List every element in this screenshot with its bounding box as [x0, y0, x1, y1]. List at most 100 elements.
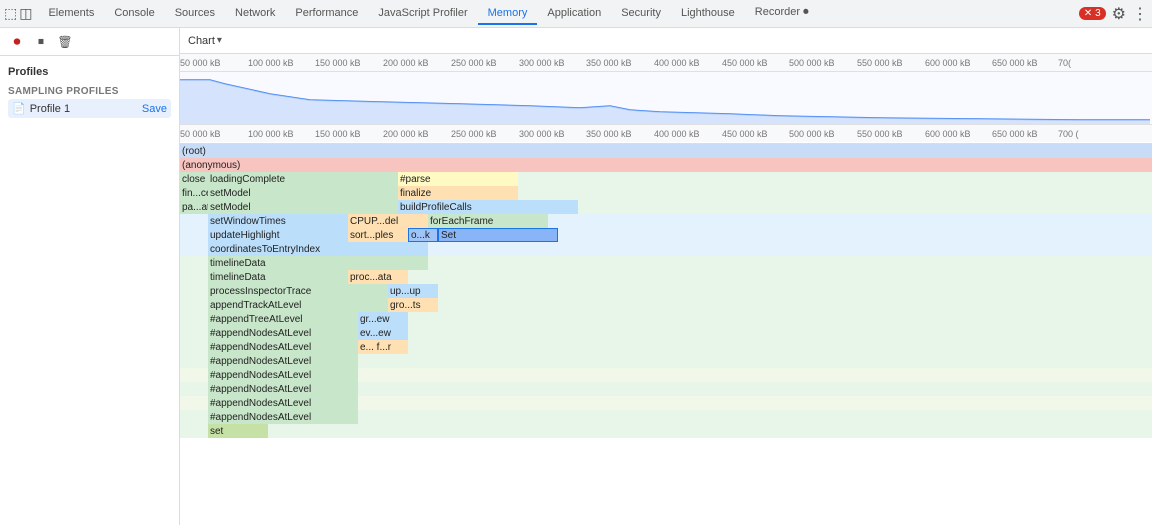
table-row[interactable]: #appendNodesAtLevel [180, 382, 1152, 396]
bot-ruler-label-7: 400 000 kB [654, 129, 700, 139]
cell-appendnodes7: #appendNodesAtLevel [208, 410, 358, 424]
flame-table: (root) (anonymous) close loadingComplete… [180, 144, 1152, 468]
tab-security[interactable]: Security [611, 3, 671, 25]
cell-setmodel1: setModel [208, 186, 398, 200]
settings-icon[interactable]: ⚙ [1112, 4, 1126, 24]
bot-ruler-label-6: 350 000 kB [586, 129, 632, 139]
cell-empty9 [180, 326, 208, 340]
cell-up: up...up [388, 284, 438, 298]
sidebar: ⏺ ⏹ 🗑 Profiles SAMPLING PROFILES 📄 Profi… [0, 28, 180, 525]
cell-efr: e... f...r [358, 340, 408, 354]
cell-parse: #parse [398, 172, 518, 186]
cell-build: buildProfileCalls [398, 200, 578, 214]
tab-memory[interactable]: Memory [478, 3, 538, 25]
devtools-icon-1[interactable]: ⬚ [4, 5, 17, 22]
ruler-label-7: 400 000 kB [654, 58, 700, 68]
tab-lighthouse[interactable]: Lighthouse [671, 3, 745, 25]
save-button[interactable]: Save [142, 103, 167, 115]
cell-appendnodes2: #appendNodesAtLevel [208, 340, 358, 354]
cell-empty11 [180, 354, 208, 368]
bot-ruler-label-9: 500 000 kB [789, 129, 835, 139]
tab-sources[interactable]: Sources [165, 3, 225, 25]
table-row[interactable]: #appendTreeAtLevel gr...ew [180, 312, 1152, 326]
cell-fin: fin...ce [180, 186, 208, 200]
table-row[interactable]: #appendNodesAtLevel [180, 354, 1152, 368]
cell-gro: gro...ts [388, 298, 438, 312]
tab-console[interactable]: Console [104, 3, 164, 25]
table-row[interactable]: setWindowTimes CPUP...del forEachFrame [180, 214, 1152, 228]
error-badge[interactable]: ✕ 3 [1079, 7, 1106, 20]
cell-setmodel2: setModel [208, 200, 398, 214]
table-row[interactable]: #appendNodesAtLevel [180, 396, 1152, 410]
table-row[interactable]: #appendNodesAtLevel [180, 410, 1152, 424]
cell-appendnodes3: #appendNodesAtLevel [208, 354, 358, 368]
table-row[interactable]: coordinatesToEntryIndex [180, 242, 1152, 256]
cell-empty3 [180, 242, 208, 256]
table-row[interactable]: pa...at setModel buildProfileCalls [180, 200, 1152, 214]
chart-canvas[interactable] [180, 72, 1152, 124]
bot-ruler-label-3: 200 000 kB [383, 129, 429, 139]
table-row[interactable]: (root) [180, 144, 1152, 158]
sampling-profiles-label: SAMPLING PROFILES [8, 82, 171, 99]
bot-ruler-label-5: 300 000 kB [519, 129, 565, 139]
cell-empty8 [180, 312, 208, 326]
top-nav: ⬚ ◫ Elements Console Sources Network Per… [0, 0, 1152, 28]
table-row[interactable]: #appendNodesAtLevel e... f...r [180, 340, 1152, 354]
bot-ruler-label-10: 550 000 kB [857, 129, 903, 139]
delete-button[interactable]: 🗑 [56, 33, 74, 51]
ruler-label-10: 550 000 kB [857, 58, 903, 68]
bot-ruler-label-8: 450 000 kB [722, 129, 768, 139]
chart-svg [180, 72, 1152, 124]
table-row[interactable]: (anonymous) [180, 158, 1152, 172]
profile-item-left: 📄 Profile 1 [12, 102, 70, 115]
tab-elements[interactable]: Elements [38, 3, 104, 25]
table-row[interactable]: #appendNodesAtLevel ev...ew [180, 326, 1152, 340]
profiles-section: Profiles SAMPLING PROFILES 📄 Profile 1 S… [0, 56, 179, 120]
content-area: Chart ▾ 50 000 kB 100 000 kB 150 000 kB … [180, 28, 1152, 525]
tab-recorder[interactable]: Recorder ⏺ [745, 2, 819, 25]
table-row[interactable]: #appendNodesAtLevel [180, 368, 1152, 382]
table-row[interactable]: updateHighlight sort...ples o...k Set [180, 228, 1152, 242]
cell-set: set [208, 424, 268, 438]
cell-empty1 [180, 214, 208, 228]
chart-label: Chart [188, 35, 215, 47]
chart-toolbar: Chart ▾ [180, 28, 1152, 54]
cell-cpup: CPUP...del [348, 214, 428, 228]
tab-js-profiler[interactable]: JavaScript Profiler [368, 3, 477, 25]
timeline-ruler-top: 50 000 kB 100 000 kB 150 000 kB 200 000 … [180, 54, 1152, 72]
cell-update: updateHighlight [208, 228, 348, 242]
table-row[interactable]: processInspectorTrace up...up [180, 284, 1152, 298]
cell-empty13 [180, 382, 208, 396]
tab-performance[interactable]: Performance [285, 3, 368, 25]
tab-application[interactable]: Application [537, 3, 611, 25]
chart-dropdown-icon[interactable]: ▾ [217, 35, 222, 46]
cell-empty7 [180, 298, 208, 312]
bot-ruler-label-4: 250 000 kB [451, 129, 497, 139]
cell-close: close [180, 172, 208, 186]
timeline-area: 50 000 kB 100 000 kB 150 000 kB 200 000 … [180, 54, 1152, 144]
stop-button[interactable]: ⏹ [32, 33, 50, 51]
bot-ruler-label-11: 600 000 kB [925, 129, 971, 139]
nav-tabs: Elements Console Sources Network Perform… [38, 2, 1078, 25]
cell-foreach: forEachFrame [428, 214, 548, 228]
record-button[interactable]: ⏺ [8, 33, 26, 51]
tab-network[interactable]: Network [225, 3, 285, 25]
timeline-ruler-bottom: 50 000 kB 100 000 kB 150 000 kB 200 000 … [180, 124, 1152, 142]
table-row[interactable]: appendTrackAtLevel gro...ts [180, 298, 1152, 312]
table-row[interactable]: timelineData proc...ata [180, 270, 1152, 284]
table-row[interactable]: timelineData [180, 256, 1152, 270]
table-row[interactable]: close loadingComplete #parse [180, 172, 1152, 186]
flame-area[interactable]: (root) (anonymous) close loadingComplete… [180, 144, 1152, 525]
cell-timelinedata1: timelineData [208, 256, 428, 270]
table-row[interactable]: set [180, 424, 1152, 438]
profile-icon: 📄 [12, 102, 26, 115]
devtools-icon-2[interactable]: ◫ [19, 5, 32, 22]
more-icon[interactable]: ⋮ [1132, 4, 1148, 24]
cell-sort: sort...ples [348, 228, 408, 242]
cell-empty5 [180, 270, 208, 284]
cell-appendnodes6: #appendNodesAtLevel [208, 396, 358, 410]
cell-setwindow: setWindowTimes [208, 214, 348, 228]
profile-item[interactable]: 📄 Profile 1 Save [8, 99, 171, 118]
table-row[interactable]: fin...ce setModel finalize [180, 186, 1152, 200]
bot-ruler-label-13: 700 ( [1058, 129, 1079, 139]
